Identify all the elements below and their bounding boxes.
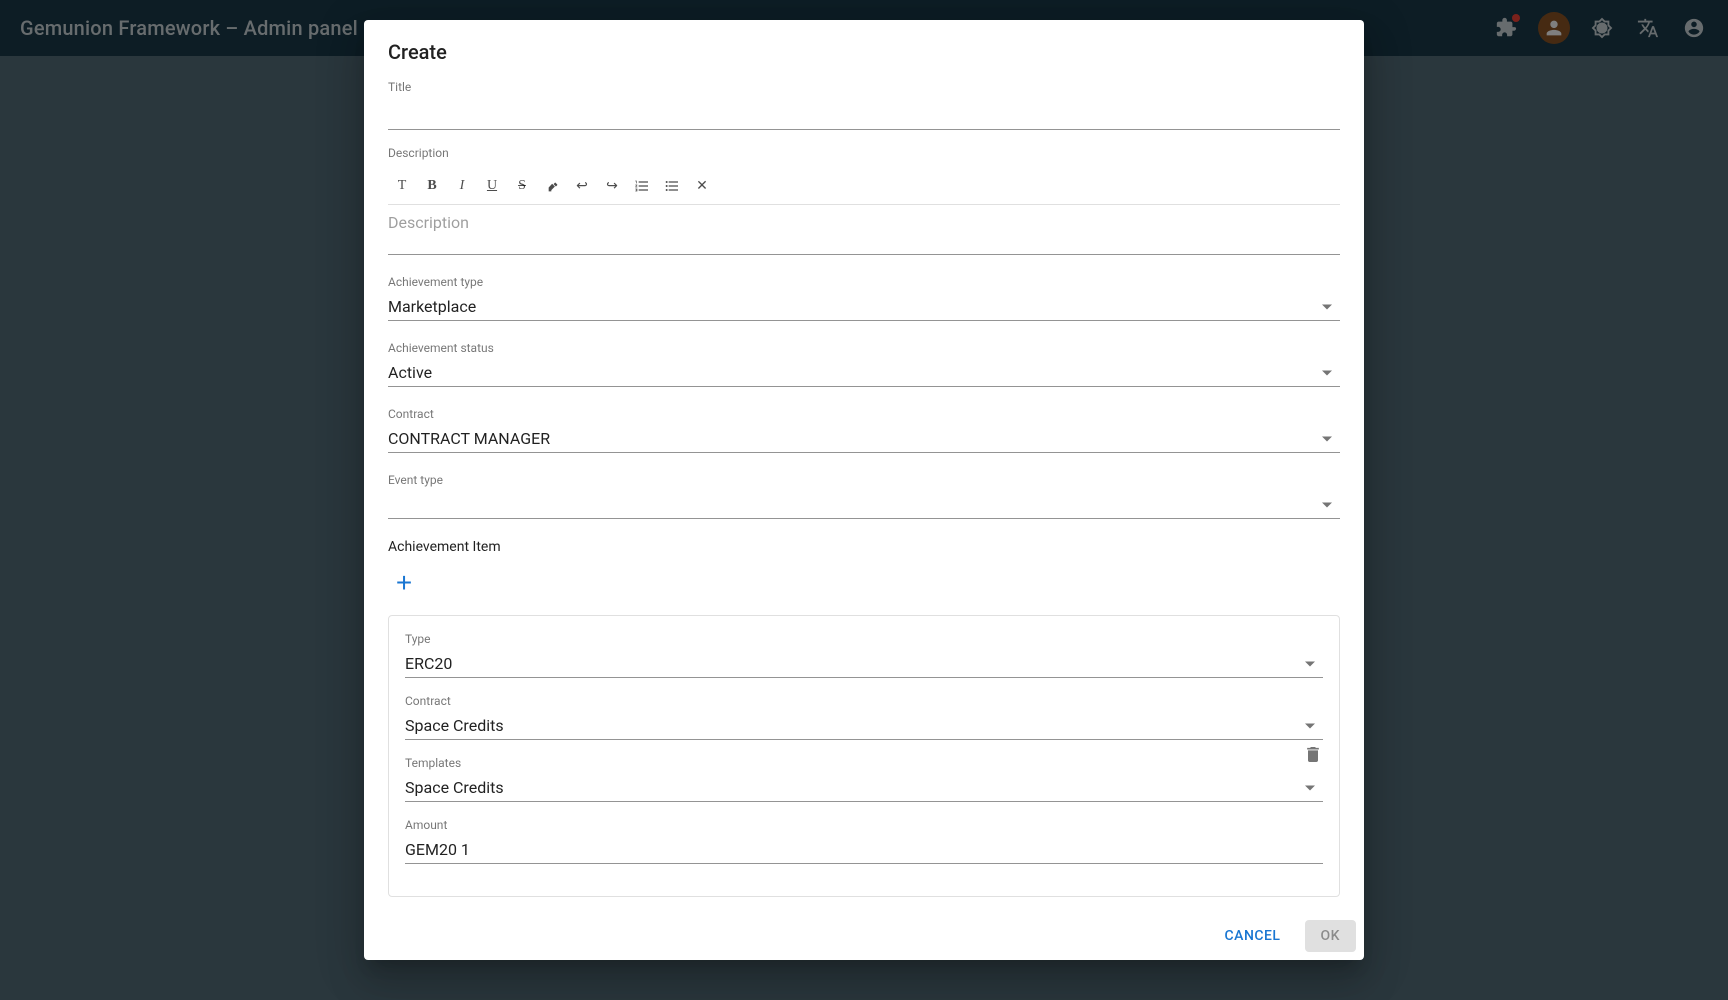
description-section: Description T B I U S ↩ ↪ xyxy=(388,146,1340,255)
item-contract-label: Contract xyxy=(405,694,1323,708)
title-input[interactable] xyxy=(388,94,1340,130)
item-templates-select[interactable]: Space Credits xyxy=(405,774,1323,802)
create-dialog: Create Title Description T B I U S xyxy=(364,20,1364,960)
description-label: Description xyxy=(388,146,1340,160)
item-type-wrapper: ERC20 xyxy=(405,650,1323,678)
trash-icon xyxy=(1303,745,1323,765)
description-editor[interactable]: Description xyxy=(388,205,1340,255)
cancel-button[interactable]: CANCEL xyxy=(1209,920,1297,952)
dialog-title: Create xyxy=(364,20,1364,80)
text-format-button[interactable]: T xyxy=(388,172,416,200)
item-templates-field: Templates Space Credits xyxy=(405,756,1323,802)
contract-label: Contract xyxy=(388,407,1340,421)
achievement-type-wrapper: Marketplace xyxy=(388,293,1340,321)
delete-item-button[interactable] xyxy=(1299,741,1327,772)
achievement-item-title: Achievement Item xyxy=(388,539,1340,555)
item-amount-label: Amount xyxy=(405,818,1323,832)
item-templates-label: Templates xyxy=(405,756,1323,770)
item-contract-wrapper: Space Credits xyxy=(405,712,1323,740)
achievement-type-label: Achievement type xyxy=(388,275,1340,289)
item-contract-field: Contract Space Credits xyxy=(405,694,1323,740)
achievement-item-card: Type ERC20 Contract Space Credits xyxy=(388,615,1340,897)
event-type-select[interactable] xyxy=(388,491,1340,519)
redo-button[interactable]: ↪ xyxy=(598,172,626,200)
undo-button[interactable]: ↩ xyxy=(568,172,596,200)
achievement-type-field: Achievement type Marketplace xyxy=(388,275,1340,321)
contract-field: Contract CONTRACT MANAGER xyxy=(388,407,1340,453)
add-item-button[interactable]: + xyxy=(388,567,420,599)
italic-button[interactable]: I xyxy=(448,172,476,200)
editor-toolbar: T B I U S ↩ ↪ ✕ xyxy=(388,168,1340,205)
item-amount-input[interactable] xyxy=(405,836,1323,864)
strikethrough-button[interactable]: S xyxy=(508,172,536,200)
underline-button[interactable]: U xyxy=(478,172,506,200)
item-templates-wrapper: Space Credits xyxy=(405,774,1323,802)
contract-select[interactable]: CONTRACT MANAGER xyxy=(388,425,1340,453)
item-type-field: Type ERC20 xyxy=(405,632,1323,678)
event-type-wrapper xyxy=(388,491,1340,519)
ordered-list-button[interactable] xyxy=(628,172,656,200)
unordered-list-button[interactable] xyxy=(658,172,686,200)
achievement-status-wrapper: Active xyxy=(388,359,1340,387)
contract-wrapper: CONTRACT MANAGER xyxy=(388,425,1340,453)
item-type-label: Type xyxy=(405,632,1323,646)
description-placeholder: Description xyxy=(388,213,469,232)
item-amount-field: Amount xyxy=(405,818,1323,864)
event-type-field: Event type xyxy=(388,473,1340,519)
highlight-button[interactable] xyxy=(538,172,566,200)
ok-button[interactable]: OK xyxy=(1305,920,1357,952)
achievement-item-section: Achievement Item + Type ERC20 xyxy=(388,539,1340,897)
item-contract-select[interactable]: Space Credits xyxy=(405,712,1323,740)
title-label: Title xyxy=(388,80,1340,94)
item-type-select[interactable]: ERC20 xyxy=(405,650,1323,678)
dialog-actions: CANCEL OK xyxy=(364,912,1364,960)
achievement-type-select[interactable]: Marketplace xyxy=(388,293,1340,321)
achievement-status-select[interactable]: Active xyxy=(388,359,1340,387)
bold-button[interactable]: B xyxy=(418,172,446,200)
dialog-content: Title Description T B I U S ↩ ↪ xyxy=(364,80,1364,912)
clear-format-button[interactable]: ✕ xyxy=(688,172,716,200)
achievement-status-label: Achievement status xyxy=(388,341,1340,355)
achievement-status-field: Achievement status Active xyxy=(388,341,1340,387)
modal-overlay: Create Title Description T B I U S xyxy=(0,0,1728,1000)
title-field: Title xyxy=(388,80,1340,130)
event-type-label: Event type xyxy=(388,473,1340,487)
